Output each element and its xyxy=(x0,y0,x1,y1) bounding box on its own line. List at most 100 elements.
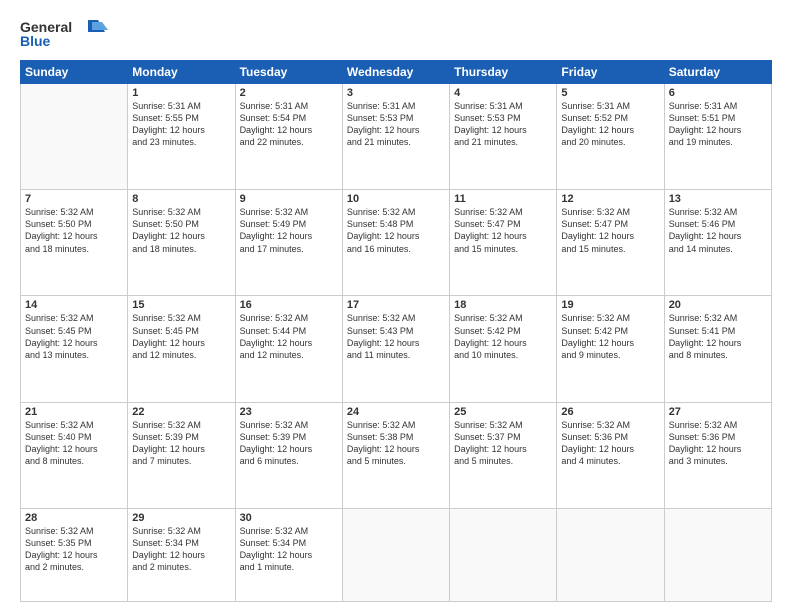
day-info: Sunrise: 5:32 AM Sunset: 5:46 PM Dayligh… xyxy=(669,206,767,255)
day-info: Sunrise: 5:32 AM Sunset: 5:35 PM Dayligh… xyxy=(25,525,123,574)
day-info: Sunrise: 5:32 AM Sunset: 5:48 PM Dayligh… xyxy=(347,206,445,255)
calendar-cell: 9Sunrise: 5:32 AM Sunset: 5:49 PM Daylig… xyxy=(235,190,342,296)
day-info: Sunrise: 5:31 AM Sunset: 5:51 PM Dayligh… xyxy=(669,100,767,149)
week-row-3: 14Sunrise: 5:32 AM Sunset: 5:45 PM Dayli… xyxy=(21,296,772,402)
day-number: 29 xyxy=(132,512,230,524)
day-number: 22 xyxy=(132,406,230,418)
day-number: 11 xyxy=(454,193,552,205)
week-row-2: 7Sunrise: 5:32 AM Sunset: 5:50 PM Daylig… xyxy=(21,190,772,296)
day-info: Sunrise: 5:32 AM Sunset: 5:34 PM Dayligh… xyxy=(240,525,338,574)
day-info: Sunrise: 5:32 AM Sunset: 5:49 PM Dayligh… xyxy=(240,206,338,255)
calendar-cell xyxy=(664,508,771,601)
calendar-cell: 15Sunrise: 5:32 AM Sunset: 5:45 PM Dayli… xyxy=(128,296,235,402)
day-info: Sunrise: 5:32 AM Sunset: 5:44 PM Dayligh… xyxy=(240,312,338,361)
calendar-table: SundayMondayTuesdayWednesdayThursdayFrid… xyxy=(20,60,772,602)
day-info: Sunrise: 5:32 AM Sunset: 5:38 PM Dayligh… xyxy=(347,419,445,468)
day-number: 6 xyxy=(669,87,767,99)
calendar-cell: 8Sunrise: 5:32 AM Sunset: 5:50 PM Daylig… xyxy=(128,190,235,296)
day-number: 1 xyxy=(132,87,230,99)
calendar-cell: 23Sunrise: 5:32 AM Sunset: 5:39 PM Dayli… xyxy=(235,402,342,508)
page: General Blue SundayMondayTuesdayWednesda… xyxy=(0,0,792,612)
day-info: Sunrise: 5:32 AM Sunset: 5:47 PM Dayligh… xyxy=(561,206,659,255)
calendar-cell: 3Sunrise: 5:31 AM Sunset: 5:53 PM Daylig… xyxy=(342,84,449,190)
day-number: 13 xyxy=(669,193,767,205)
logo-icon: General Blue xyxy=(20,16,110,52)
calendar-cell: 21Sunrise: 5:32 AM Sunset: 5:40 PM Dayli… xyxy=(21,402,128,508)
day-info: Sunrise: 5:32 AM Sunset: 5:42 PM Dayligh… xyxy=(454,312,552,361)
weekday-header-tuesday: Tuesday xyxy=(235,61,342,84)
day-info: Sunrise: 5:32 AM Sunset: 5:39 PM Dayligh… xyxy=(132,419,230,468)
day-number: 2 xyxy=(240,87,338,99)
calendar-cell: 6Sunrise: 5:31 AM Sunset: 5:51 PM Daylig… xyxy=(664,84,771,190)
day-number: 23 xyxy=(240,406,338,418)
day-number: 5 xyxy=(561,87,659,99)
day-number: 3 xyxy=(347,87,445,99)
header: General Blue xyxy=(20,16,772,52)
calendar-cell: 1Sunrise: 5:31 AM Sunset: 5:55 PM Daylig… xyxy=(128,84,235,190)
day-number: 15 xyxy=(132,299,230,311)
day-info: Sunrise: 5:31 AM Sunset: 5:52 PM Dayligh… xyxy=(561,100,659,149)
day-number: 24 xyxy=(347,406,445,418)
calendar-cell: 25Sunrise: 5:32 AM Sunset: 5:37 PM Dayli… xyxy=(450,402,557,508)
calendar-cell: 28Sunrise: 5:32 AM Sunset: 5:35 PM Dayli… xyxy=(21,508,128,601)
day-info: Sunrise: 5:31 AM Sunset: 5:54 PM Dayligh… xyxy=(240,100,338,149)
day-info: Sunrise: 5:32 AM Sunset: 5:36 PM Dayligh… xyxy=(561,419,659,468)
calendar-cell: 12Sunrise: 5:32 AM Sunset: 5:47 PM Dayli… xyxy=(557,190,664,296)
calendar-cell: 17Sunrise: 5:32 AM Sunset: 5:43 PM Dayli… xyxy=(342,296,449,402)
calendar-cell: 16Sunrise: 5:32 AM Sunset: 5:44 PM Dayli… xyxy=(235,296,342,402)
day-info: Sunrise: 5:32 AM Sunset: 5:39 PM Dayligh… xyxy=(240,419,338,468)
calendar-cell: 10Sunrise: 5:32 AM Sunset: 5:48 PM Dayli… xyxy=(342,190,449,296)
calendar-cell: 27Sunrise: 5:32 AM Sunset: 5:36 PM Dayli… xyxy=(664,402,771,508)
calendar-cell: 26Sunrise: 5:32 AM Sunset: 5:36 PM Dayli… xyxy=(557,402,664,508)
day-info: Sunrise: 5:31 AM Sunset: 5:53 PM Dayligh… xyxy=(347,100,445,149)
calendar-cell xyxy=(450,508,557,601)
day-info: Sunrise: 5:32 AM Sunset: 5:42 PM Dayligh… xyxy=(561,312,659,361)
calendar-cell: 18Sunrise: 5:32 AM Sunset: 5:42 PM Dayli… xyxy=(450,296,557,402)
day-number: 19 xyxy=(561,299,659,311)
logo: General Blue xyxy=(20,16,110,52)
day-number: 17 xyxy=(347,299,445,311)
calendar-cell: 11Sunrise: 5:32 AM Sunset: 5:47 PM Dayli… xyxy=(450,190,557,296)
day-number: 4 xyxy=(454,87,552,99)
weekday-header-monday: Monday xyxy=(128,61,235,84)
calendar-cell: 30Sunrise: 5:32 AM Sunset: 5:34 PM Dayli… xyxy=(235,508,342,601)
calendar-cell: 29Sunrise: 5:32 AM Sunset: 5:34 PM Dayli… xyxy=(128,508,235,601)
day-info: Sunrise: 5:32 AM Sunset: 5:45 PM Dayligh… xyxy=(132,312,230,361)
day-info: Sunrise: 5:32 AM Sunset: 5:36 PM Dayligh… xyxy=(669,419,767,468)
day-info: Sunrise: 5:32 AM Sunset: 5:45 PM Dayligh… xyxy=(25,312,123,361)
day-number: 16 xyxy=(240,299,338,311)
day-number: 30 xyxy=(240,512,338,524)
day-number: 25 xyxy=(454,406,552,418)
week-row-1: 1Sunrise: 5:31 AM Sunset: 5:55 PM Daylig… xyxy=(21,84,772,190)
day-number: 21 xyxy=(25,406,123,418)
week-row-5: 28Sunrise: 5:32 AM Sunset: 5:35 PM Dayli… xyxy=(21,508,772,601)
day-info: Sunrise: 5:32 AM Sunset: 5:37 PM Dayligh… xyxy=(454,419,552,468)
day-number: 10 xyxy=(347,193,445,205)
calendar-cell: 24Sunrise: 5:32 AM Sunset: 5:38 PM Dayli… xyxy=(342,402,449,508)
weekday-header-friday: Friday xyxy=(557,61,664,84)
weekday-header-thursday: Thursday xyxy=(450,61,557,84)
day-info: Sunrise: 5:32 AM Sunset: 5:50 PM Dayligh… xyxy=(25,206,123,255)
day-number: 9 xyxy=(240,193,338,205)
day-number: 7 xyxy=(25,193,123,205)
day-number: 14 xyxy=(25,299,123,311)
day-info: Sunrise: 5:32 AM Sunset: 5:43 PM Dayligh… xyxy=(347,312,445,361)
week-row-4: 21Sunrise: 5:32 AM Sunset: 5:40 PM Dayli… xyxy=(21,402,772,508)
day-number: 28 xyxy=(25,512,123,524)
calendar-cell: 7Sunrise: 5:32 AM Sunset: 5:50 PM Daylig… xyxy=(21,190,128,296)
weekday-header-sunday: Sunday xyxy=(21,61,128,84)
day-number: 8 xyxy=(132,193,230,205)
calendar-cell: 13Sunrise: 5:32 AM Sunset: 5:46 PM Dayli… xyxy=(664,190,771,296)
calendar-cell xyxy=(21,84,128,190)
day-info: Sunrise: 5:32 AM Sunset: 5:40 PM Dayligh… xyxy=(25,419,123,468)
weekday-header-row: SundayMondayTuesdayWednesdayThursdayFrid… xyxy=(21,61,772,84)
svg-text:Blue: Blue xyxy=(20,33,51,49)
calendar-cell: 5Sunrise: 5:31 AM Sunset: 5:52 PM Daylig… xyxy=(557,84,664,190)
day-info: Sunrise: 5:32 AM Sunset: 5:50 PM Dayligh… xyxy=(132,206,230,255)
calendar-cell: 20Sunrise: 5:32 AM Sunset: 5:41 PM Dayli… xyxy=(664,296,771,402)
calendar-cell: 19Sunrise: 5:32 AM Sunset: 5:42 PM Dayli… xyxy=(557,296,664,402)
day-number: 12 xyxy=(561,193,659,205)
calendar-cell xyxy=(557,508,664,601)
day-number: 20 xyxy=(669,299,767,311)
calendar-cell: 22Sunrise: 5:32 AM Sunset: 5:39 PM Dayli… xyxy=(128,402,235,508)
